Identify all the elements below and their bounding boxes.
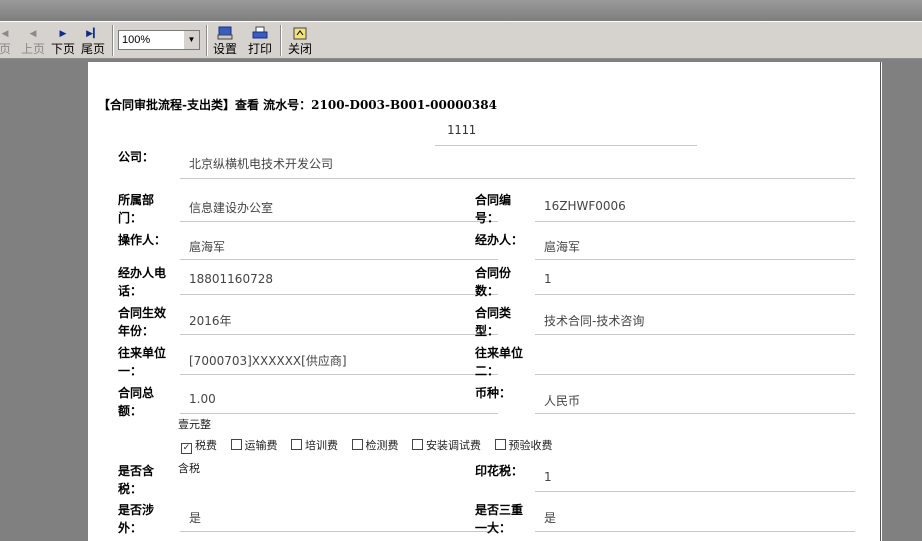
unit2-label: 往来单位二： — [475, 346, 524, 378]
form-subtitle: 1111 — [447, 123, 476, 137]
amount-label: 合同总额： — [118, 386, 155, 418]
effective-year-value: 2016年 — [189, 314, 232, 328]
close-button[interactable]: 关闭 — [286, 24, 314, 57]
major-label: 是否三重一大： — [475, 503, 524, 535]
contract-type-value: 技术合同-技术咨询 — [544, 314, 645, 328]
divider — [535, 491, 855, 492]
prev-page-icon: ◀ — [29, 29, 37, 39]
currency-value: 人民币 — [544, 394, 581, 408]
divider — [535, 531, 855, 532]
print-button[interactable]: 打印 — [246, 24, 274, 57]
toolbar-separator — [280, 25, 282, 56]
stamp-tax-label: 印花税： — [475, 464, 524, 478]
fee-checkbox-installation[interactable]: 安装调试费 — [412, 437, 481, 453]
divider — [180, 259, 498, 260]
last-page-icon: ▶▎ — [86, 29, 100, 39]
contract-no-value: 16ZHWF0006 — [544, 199, 626, 213]
next-page-button[interactable]: ▶ 下页 — [50, 24, 76, 57]
operator-label: 操作人： — [118, 233, 167, 247]
page-edge — [880, 62, 881, 541]
dept-value: 信息建设办公室 — [189, 201, 274, 215]
fee-checkbox-acceptance[interactable]: 预验收费 — [494, 437, 553, 453]
fee-checkbox-transport[interactable]: 运输费 — [230, 437, 278, 453]
tax-included-label: 是否含税： — [118, 464, 155, 496]
stamp-tax-value: 1 — [544, 470, 552, 484]
last-page-button[interactable]: ▶▎ 尾页 — [80, 24, 106, 57]
amount-in-words: 壹元整 — [178, 418, 211, 431]
next-page-icon: ▶ — [59, 29, 67, 39]
copies-label: 合同份数： — [475, 266, 512, 298]
divider — [180, 413, 498, 414]
toolbar-separator — [206, 25, 208, 56]
divider — [535, 413, 855, 414]
window-title-bar — [0, 0, 922, 21]
divider — [435, 145, 697, 146]
handler-value: 扈海军 — [544, 240, 581, 254]
form-heading: 【合同审批流程-支出类】查看 流水号：2100-D003-B001-000003… — [98, 98, 497, 112]
printer-icon — [246, 26, 274, 42]
contract-no-label: 合同编号： — [475, 193, 512, 225]
prev-page-button[interactable]: ◀ 上页 — [20, 24, 46, 57]
amount-value: 1.00 — [189, 392, 216, 406]
copies-value: 1 — [544, 272, 552, 286]
settings-button[interactable]: 设置 — [211, 24, 239, 57]
divider — [535, 221, 855, 222]
divider — [180, 334, 498, 335]
unit1-label: 往来单位一： — [118, 346, 167, 378]
company-label: 公司： — [118, 150, 155, 164]
foreign-value: 是 — [189, 511, 202, 525]
company-value: 北京纵横机电技术开发公司 — [189, 157, 334, 171]
unit1-value: [7000703]XXXXXX[供应商] — [189, 354, 347, 368]
divider — [535, 294, 855, 295]
toolbar-separator — [112, 25, 114, 56]
close-icon — [286, 26, 314, 42]
divider — [180, 221, 498, 222]
divider — [535, 374, 855, 375]
settings-icon — [211, 26, 239, 42]
first-page-button[interactable]: ◀ 页 — [0, 24, 13, 57]
divider — [180, 531, 498, 532]
handler-phone-label: 经办人电话： — [118, 266, 167, 298]
operator-value: 扈海军 — [189, 240, 226, 254]
divider — [180, 178, 855, 179]
zoom-select[interactable]: 100% ▼ — [118, 30, 200, 50]
chevron-down-icon[interactable]: ▼ — [183, 31, 199, 49]
tax-included-value: 含税 — [178, 462, 200, 475]
first-page-icon: ◀ — [1, 29, 9, 39]
currency-label: 币种： — [475, 386, 512, 400]
divider — [180, 374, 498, 375]
effective-year-label: 合同生效年份： — [118, 306, 167, 338]
report-toolbar: ◀ 页 ◀ 上页 ▶ 下页 ▶▎ 尾页 100% ▼ 设置 打印 关闭 — [0, 21, 922, 59]
handler-phone-value: 18801160728 — [189, 272, 273, 286]
fee-checkbox-group: ✓ 税费 运输费 培训费 检测费 安装调试费 预验收费 — [181, 437, 563, 454]
divider — [180, 294, 498, 295]
fee-checkbox-tax[interactable]: ✓ 税费 — [181, 437, 217, 454]
handler-label: 经办人： — [475, 233, 524, 247]
dept-label: 所属部门： — [118, 193, 155, 225]
divider — [535, 334, 855, 335]
fee-checkbox-testing[interactable]: 检测费 — [351, 437, 399, 453]
foreign-label: 是否涉外： — [118, 503, 155, 535]
divider — [535, 259, 855, 260]
major-value: 是 — [544, 511, 557, 525]
contract-type-label: 合同类型： — [475, 306, 512, 338]
fee-checkbox-training[interactable]: 培训费 — [291, 437, 338, 453]
